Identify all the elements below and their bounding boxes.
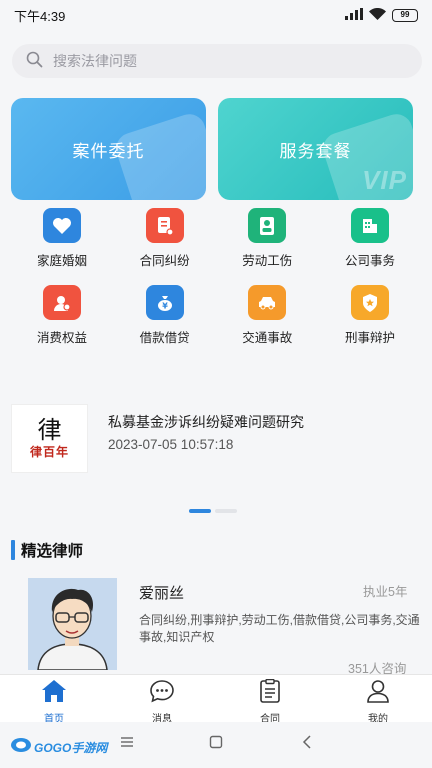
category-label: 家庭婚姻: [36, 254, 87, 268]
wifi-icon: [369, 7, 386, 23]
tab-home[interactable]: 首页: [0, 675, 108, 725]
contract-icon: [145, 208, 184, 243]
lawyer-name: 爱丽丝: [139, 585, 185, 602]
watermark-text: GOGO手游网: [34, 741, 108, 755]
worker-icon: [248, 208, 287, 243]
category-grid: 家庭婚姻 合同纠纷 劳动工伤 公司事务 消费权益 ¥ 借款借贷 交通事故 刑事辩…: [11, 208, 421, 362]
message-icon: [149, 679, 175, 708]
carousel-dot-active: [189, 509, 211, 513]
lawyer-card[interactable]: 爱丽丝 执业5年 合同纠纷,刑事辩护,劳动工伤,借款借贷,公司事务,交通事故,知…: [0, 572, 432, 676]
menu-icon[interactable]: [119, 734, 135, 755]
bottom-tab-bar: 首页 消息 合同 我的: [0, 674, 432, 725]
category-family-marriage[interactable]: 家庭婚姻: [11, 208, 113, 285]
category-label: 合同纠纷: [139, 254, 190, 268]
search-input[interactable]: 搜索法律问题: [12, 44, 422, 78]
home-icon: [41, 679, 67, 708]
tab-profile[interactable]: 我的: [324, 675, 432, 725]
back-icon[interactable]: [299, 734, 315, 755]
thumb-logo-char: 律: [37, 416, 62, 444]
category-label: 交通事故: [242, 331, 293, 345]
consumer-icon: [43, 285, 81, 320]
user-icon: [365, 679, 391, 708]
carousel-indicator: [189, 509, 237, 513]
shield-star-icon: [350, 285, 389, 320]
news-title: 私募基金涉诉纠纷疑难问题研究: [108, 414, 304, 430]
lawyer-specialties: 合同纠纷,刑事辩护,劳动工伤,借款借贷,公司事务,交通事故,知识产权: [139, 613, 420, 644]
system-nav-bar: GOGO手游网: [0, 722, 432, 768]
category-traffic-accident[interactable]: 交通事故: [216, 285, 318, 362]
status-icons: 99: [345, 7, 418, 23]
case-delegation-banner[interactable]: 案件委托: [11, 98, 206, 200]
category-company-affairs[interactable]: 公司事务: [319, 208, 421, 285]
banner-label: 案件委托: [72, 141, 145, 161]
news-item[interactable]: 律 律百年 私募基金涉诉纠纷疑难问题研究 2023-07-05 10:57:18: [11, 404, 421, 474]
category-label: 劳动工伤: [242, 254, 293, 268]
status-bar: 下午4:39 99: [0, 0, 432, 30]
lawyer-experience: 执业5年: [363, 585, 408, 599]
category-label: 消费权益: [36, 331, 87, 345]
banner-label: 服务套餐: [279, 141, 352, 161]
avatar: [28, 578, 117, 670]
tab-contracts[interactable]: 合同: [216, 675, 324, 725]
category-labor-injury[interactable]: 劳动工伤: [216, 208, 318, 285]
watermark: GOGO手游网: [10, 737, 107, 758]
document-icon: [257, 678, 283, 708]
car-icon: [248, 285, 287, 320]
vip-badge: VIP: [362, 165, 407, 195]
category-label: 公司事务: [344, 254, 395, 268]
search-icon: [26, 51, 53, 71]
service-package-banner[interactable]: VIP 服务套餐: [218, 98, 413, 200]
section-accent-bar: [11, 540, 15, 560]
home-nav-icon[interactable]: [208, 734, 224, 755]
category-criminal-defense[interactable]: 刑事辩护: [319, 285, 421, 362]
cellular-signal-icon: [345, 7, 363, 23]
category-contract-dispute[interactable]: 合同纠纷: [114, 208, 216, 285]
battery-icon: 99: [392, 8, 418, 22]
news-thumbnail: 律 律百年: [11, 404, 88, 473]
section-title: 精选律师: [11, 539, 83, 561]
svg-text:¥: ¥: [162, 301, 168, 310]
money-bag-icon: ¥: [145, 285, 184, 320]
watermark-logo-icon: [10, 737, 32, 758]
category-label: 借款借贷: [139, 331, 190, 345]
news-date: 2023-07-05 10:57:18: [108, 437, 234, 452]
section-title-text: 精选律师: [21, 543, 84, 560]
category-consumer-rights[interactable]: 消费权益: [11, 285, 113, 362]
building-icon: [350, 208, 389, 243]
category-loans[interactable]: ¥ 借款借贷: [114, 285, 216, 362]
carousel-dot: [215, 509, 237, 513]
tab-messages[interactable]: 消息: [108, 675, 216, 725]
category-label: 刑事辩护: [344, 331, 395, 345]
search-placeholder: 搜索法律问题: [53, 53, 137, 69]
status-time: 下午4:39: [14, 8, 66, 24]
heart-icon: [43, 208, 81, 243]
thumb-logo-text: 律百年: [29, 445, 69, 459]
